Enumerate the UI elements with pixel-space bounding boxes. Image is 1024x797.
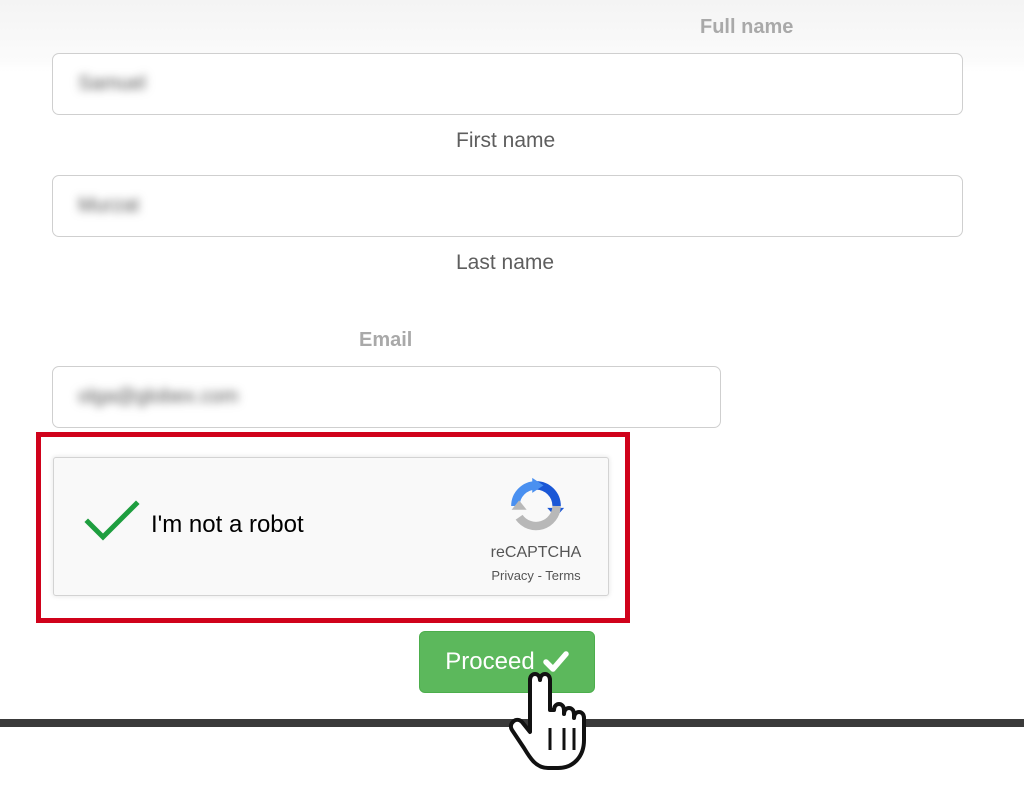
email-heading: Email — [359, 329, 413, 351]
first-name-field[interactable]: Samuel — [52, 53, 963, 115]
hand-pointer-icon — [509, 672, 586, 770]
first-name-label: First name — [456, 129, 556, 152]
captcha-label: I'm not a robot — [151, 511, 304, 538]
checkmark-icon[interactable] — [84, 500, 140, 542]
last-name-value: Murzat — [78, 194, 140, 217]
terms-link[interactable]: Terms — [545, 568, 580, 583]
recaptcha-widget: I'm not a robot reCAPTCHA Privacy - Term… — [53, 457, 609, 596]
privacy-link[interactable]: Privacy — [491, 568, 534, 583]
email-value: olga@globex.com — [78, 385, 239, 408]
recaptcha-links: Privacy - Terms — [474, 568, 598, 583]
first-name-value: Samuel — [78, 72, 146, 95]
last-name-field[interactable]: Murzat — [52, 175, 963, 237]
link-separator: - — [537, 568, 542, 583]
recaptcha-logo-icon — [511, 477, 565, 531]
email-field[interactable]: olga@globex.com — [52, 366, 721, 428]
last-name-label: Last name — [456, 251, 555, 274]
recaptcha-brand: reCAPTCHA — [490, 544, 582, 561]
full-name-heading: Full name — [700, 16, 794, 38]
